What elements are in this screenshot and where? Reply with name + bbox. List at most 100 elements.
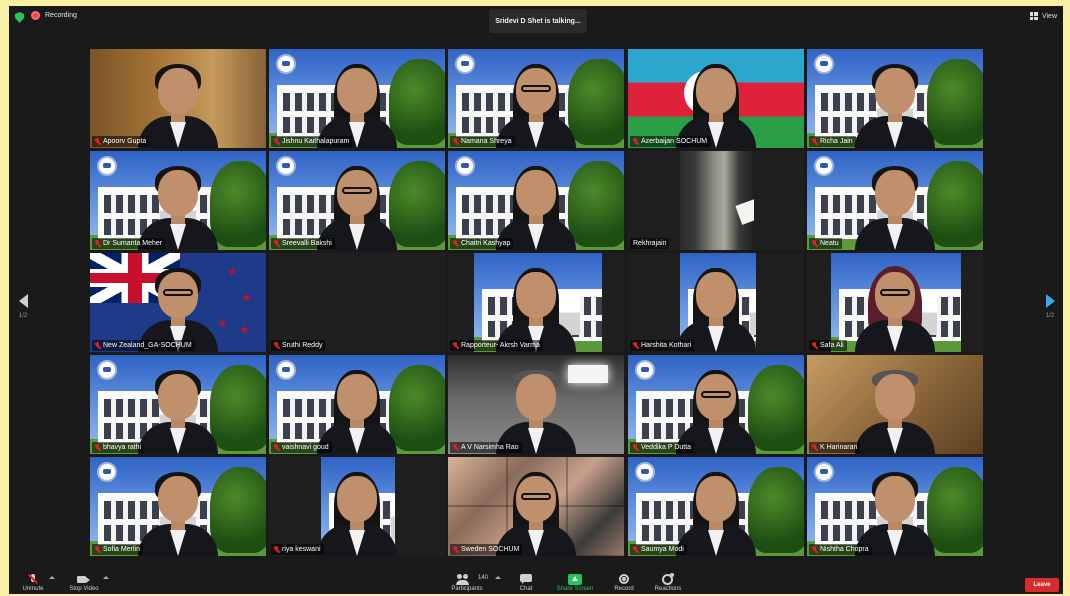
participant-name-label: Apoorv Gupta xyxy=(92,136,150,147)
view-button[interactable]: View xyxy=(1029,12,1057,20)
participant-name-label: A V Narsimha Rao xyxy=(450,442,522,453)
participant-video-tile[interactable]: Apoorv Gupta xyxy=(90,49,266,148)
participant-video-tile[interactable]: Rapporteur- Akrsh Varma xyxy=(448,253,624,352)
video-background xyxy=(448,49,624,148)
participant-video-tile[interactable]: Sweden SOCHUM xyxy=(448,457,624,556)
participant-video-tile[interactable]: Namana Shreya xyxy=(448,49,624,148)
muted-microphone-icon xyxy=(274,240,280,247)
participant-video-tile[interactable]: riya keswani xyxy=(269,457,445,556)
participant-video-tile[interactable]: Neatu xyxy=(807,151,983,250)
muted-microphone-icon xyxy=(26,574,40,585)
record-icon xyxy=(617,574,631,585)
participant-name-label: Sofia Merlin xyxy=(92,544,143,555)
participant-video-tile[interactable]: New Zealand_GA-SOCHUM xyxy=(90,253,266,352)
chat-button[interactable]: Chat xyxy=(504,574,548,592)
participant-name: K Harinarari xyxy=(820,444,858,451)
participant-video-tile[interactable]: Dr Sumanta Meher xyxy=(90,151,266,250)
video-background xyxy=(269,151,445,250)
participant-video-tile[interactable]: Saumya Modi xyxy=(628,457,804,556)
participant-name: Sofia Merlin xyxy=(103,546,140,553)
participant-video-tile[interactable]: Jishnu Kaithalapuram xyxy=(269,49,445,148)
conference-logo-icon xyxy=(814,462,834,482)
participant-name-label: Chaitri Kashyap xyxy=(450,238,514,249)
participant-video-tile[interactable]: Rekhrajain xyxy=(628,151,804,250)
stop-video-button[interactable]: Stop Video xyxy=(62,574,106,592)
participant-name: Rapporteur- Akrsh Varma xyxy=(461,342,540,349)
muted-microphone-icon xyxy=(812,138,818,145)
video-background xyxy=(448,457,624,556)
participant-name: Sruthi Reddy xyxy=(282,342,323,349)
muted-microphone-icon xyxy=(812,342,818,349)
conference-logo-icon xyxy=(635,462,655,482)
arrow-right-icon xyxy=(1045,294,1055,308)
reactions-button[interactable]: Reactions xyxy=(646,573,690,592)
participant-video-tile[interactable]: Sruthi Reddy xyxy=(269,253,445,352)
muted-microphone-icon xyxy=(633,546,639,553)
leave-meeting-button[interactable]: Leave xyxy=(1025,578,1059,592)
participant-name-label: riya keswani xyxy=(271,544,324,555)
shield-security-icon[interactable] xyxy=(15,12,24,23)
recording-indicator[interactable]: Recording xyxy=(31,11,77,20)
share-screen-button[interactable]: Share Screen xyxy=(553,574,597,592)
audio-options-caret-icon[interactable] xyxy=(49,576,55,579)
muted-microphone-icon xyxy=(812,546,818,553)
unmute-label: Unmute xyxy=(22,586,44,592)
participant-video-tile[interactable]: Sofia Merlin xyxy=(90,457,266,556)
arrow-left-icon xyxy=(18,294,28,308)
share-screen-label: Share Screen xyxy=(556,586,594,592)
participant-name-label: Rapporteur- Akrsh Varma xyxy=(450,340,543,351)
video-options-caret-icon[interactable] xyxy=(103,576,109,579)
participant-name: Veddika P Dutta xyxy=(641,444,692,451)
meeting-controls-toolbar: Unmute Stop Video Participants 140 Chat … xyxy=(9,573,1063,594)
participant-video-tile[interactable]: Chaitri Kashyap xyxy=(448,151,624,250)
participant-name-label: Neatu xyxy=(809,238,842,249)
participant-name: Sreevalli Bakshi xyxy=(282,240,332,247)
grid-view-icon xyxy=(1029,12,1038,20)
participant-name: Jishnu Kaithalapuram xyxy=(282,138,350,145)
participant-name: riya keswani xyxy=(282,546,321,553)
participant-video-tile[interactable]: Azerbaijan SOCHUM xyxy=(628,49,804,148)
share-screen-icon xyxy=(568,574,582,585)
participant-name-label: Harshita Kothari xyxy=(630,340,695,351)
view-label: View xyxy=(1041,12,1057,20)
star-icon xyxy=(228,267,237,276)
muted-microphone-icon xyxy=(95,138,101,145)
video-background xyxy=(807,355,983,454)
muted-microphone-icon xyxy=(453,342,459,349)
participant-video-tile[interactable]: Richa Jain xyxy=(807,49,983,148)
participant-video-tile[interactable]: K Harinarari xyxy=(807,355,983,454)
conference-logo-icon xyxy=(97,462,117,482)
participant-name: Sweden SOCHUM xyxy=(461,546,520,553)
conference-logo-icon xyxy=(276,360,296,380)
participant-name-label: Sreevalli Bakshi xyxy=(271,238,335,249)
participants-options-caret-icon[interactable] xyxy=(495,576,501,579)
camera-feed-crop xyxy=(680,151,754,250)
participant-video-tile[interactable]: Sreevalli Bakshi xyxy=(269,151,445,250)
participant-name-label: Dr Sumanta Meher xyxy=(92,238,166,249)
participant-video-tile[interactable]: Nishtha Chopra xyxy=(807,457,983,556)
page-indicator-left: 1/2 xyxy=(18,313,28,319)
participant-name: Harshita Kothari xyxy=(641,342,692,349)
participant-name: Namana Shreya xyxy=(461,138,512,145)
conference-logo-icon xyxy=(455,54,475,74)
muted-microphone-icon xyxy=(274,444,280,451)
muted-microphone-icon xyxy=(633,444,639,451)
muted-microphone-icon xyxy=(95,546,101,553)
video-background xyxy=(807,151,983,250)
video-background xyxy=(90,49,266,148)
video-background xyxy=(628,253,804,352)
video-background xyxy=(448,355,624,454)
participant-video-tile[interactable]: A V Narsimha Rao xyxy=(448,355,624,454)
next-page-button[interactable]: 1/2 xyxy=(1041,294,1059,319)
participant-video-tile[interactable]: bhavya rathi xyxy=(90,355,266,454)
previous-page-button[interactable]: 1/2 xyxy=(14,294,32,319)
participant-video-tile[interactable]: Veddika P Dutta xyxy=(628,355,804,454)
participant-name: Apoorv Gupta xyxy=(103,138,147,145)
record-button[interactable]: Record xyxy=(602,574,646,592)
video-background xyxy=(628,151,804,250)
participant-video-tile[interactable]: vaishnavi goud xyxy=(269,355,445,454)
participant-video-tile[interactable]: Safa Ali xyxy=(807,253,983,352)
star-icon xyxy=(242,293,251,302)
video-background xyxy=(628,49,804,148)
participant-video-tile[interactable]: Harshita Kothari xyxy=(628,253,804,352)
